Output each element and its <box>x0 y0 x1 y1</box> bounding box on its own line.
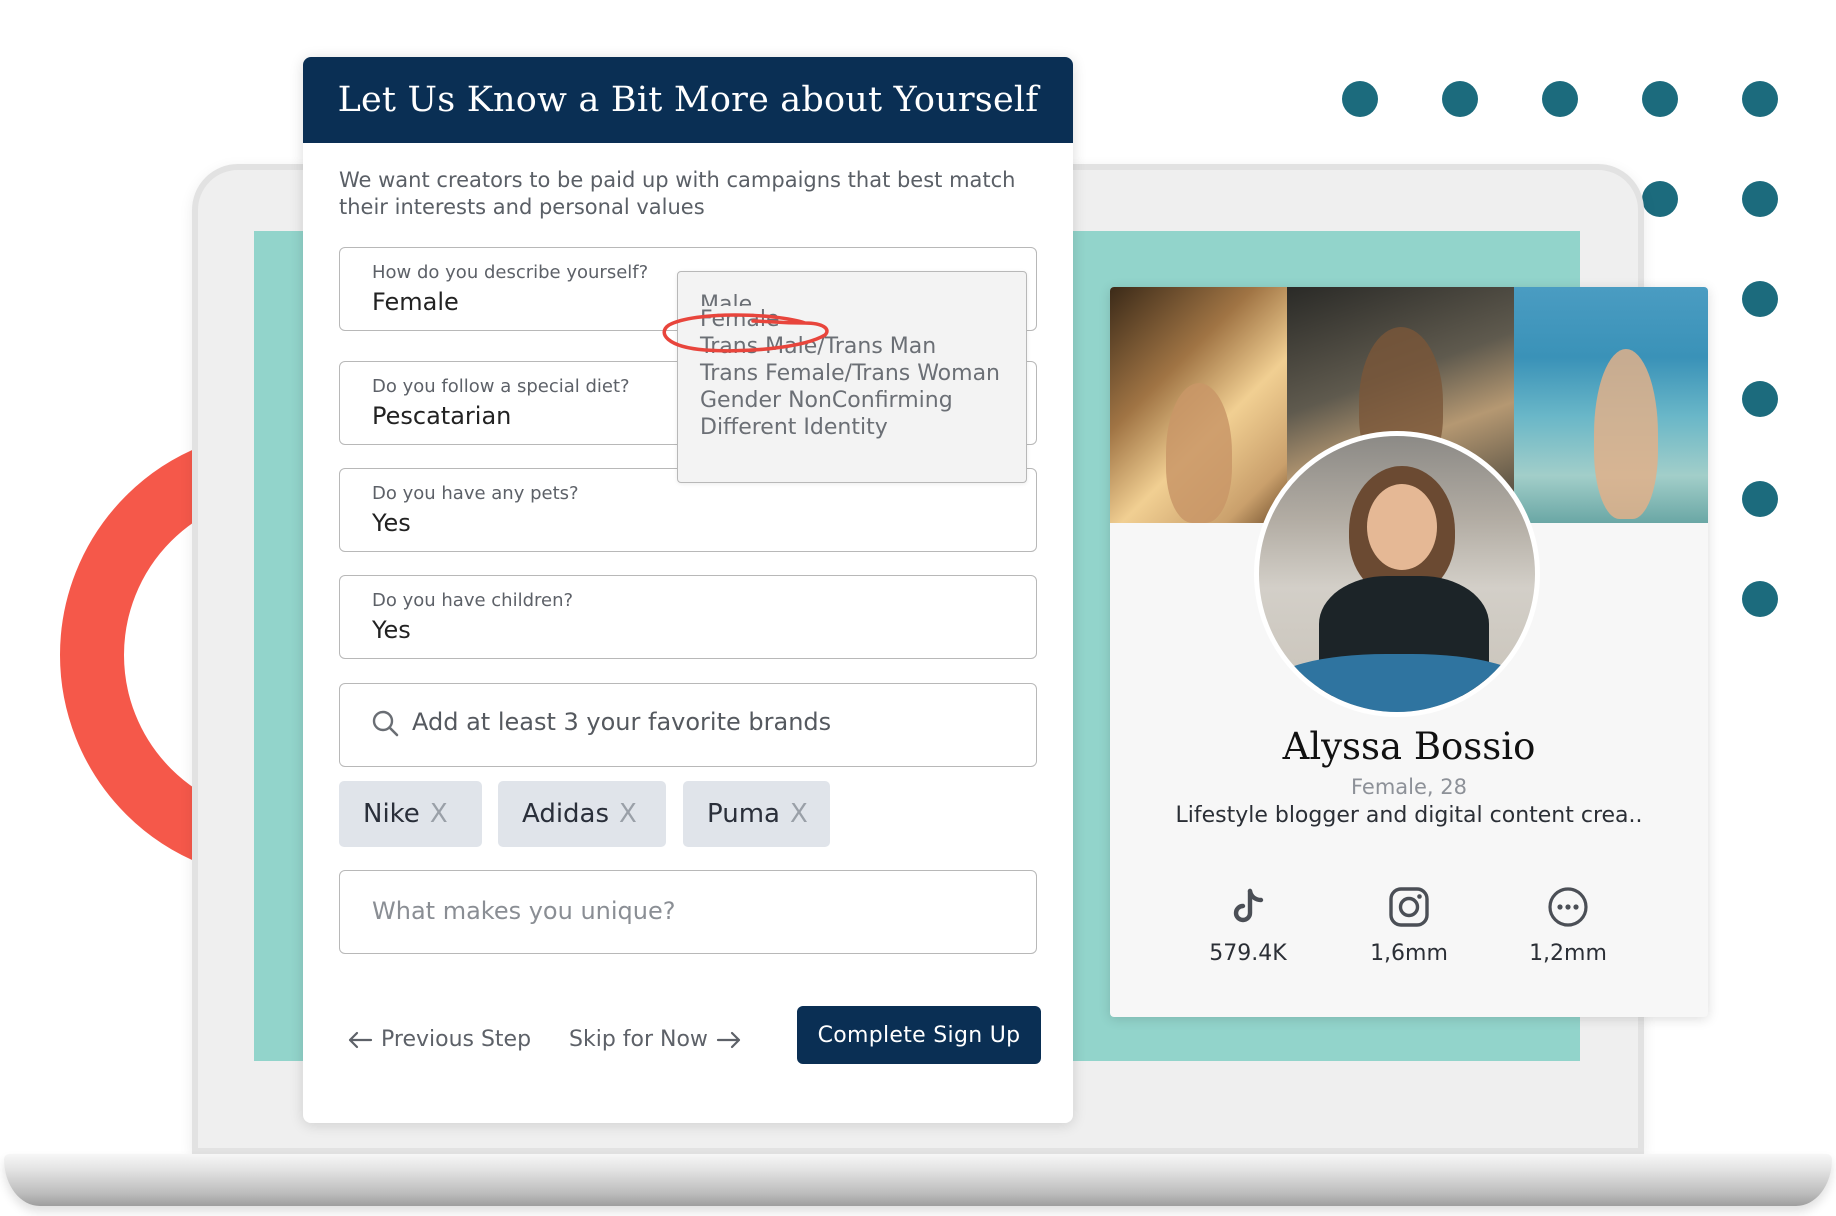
pets-value: Yes <box>372 509 411 537</box>
diet-label: Do you follow a special diet? <box>372 376 630 397</box>
profile-name: Alyssa Bossio <box>1282 725 1536 768</box>
decorative-dot <box>1442 81 1478 117</box>
skip-for-now-label: Skip for Now <box>569 1027 708 1052</box>
photo-figure <box>1166 383 1232 523</box>
instagram-icon <box>1389 887 1429 927</box>
stat-value: 579.4K <box>1209 941 1287 966</box>
brand-chip-label: Nike <box>363 799 420 829</box>
signup-form-card: Let Us Know a Bit More about Yourself We… <box>303 57 1073 1123</box>
dropdown-option-nonconfirming[interactable]: Gender NonConfirming <box>700 387 1026 414</box>
children-select[interactable]: Do you have children? Yes <box>339 575 1037 659</box>
laptop-base <box>4 1154 1832 1206</box>
arrow-left-icon <box>348 1031 373 1048</box>
decorative-dot <box>1642 81 1678 117</box>
decorative-dot <box>1742 181 1778 217</box>
remove-brand-button[interactable]: X <box>430 799 448 829</box>
previous-step-label: Previous Step <box>381 1027 532 1052</box>
creator-profile-card: Alyssa Bossio Female, 28 Lifestyle blogg… <box>1110 287 1708 1017</box>
complete-sign-up-button[interactable]: Complete Sign Up <box>797 1006 1041 1064</box>
dropdown-option-trans-female[interactable]: Trans Female/Trans Woman <box>700 360 1026 387</box>
brand-chip-nike: Nike X <box>339 781 482 847</box>
decorative-dot <box>1542 81 1578 117</box>
remove-brand-button[interactable]: X <box>790 799 808 829</box>
brand-chip-adidas: Adidas X <box>498 781 666 847</box>
remove-brand-button[interactable]: X <box>619 799 637 829</box>
decorative-dot <box>1742 381 1778 417</box>
avatar-jeans <box>1269 654 1529 712</box>
decorative-dot <box>1642 181 1678 217</box>
photo-figure <box>1594 349 1658 519</box>
stat-other[interactable]: 1,2mm <box>1488 885 1648 966</box>
profile-avatar <box>1254 431 1540 717</box>
previous-step-button[interactable]: Previous Step <box>347 1027 531 1052</box>
dropdown-option-different[interactable]: Different Identity <box>700 414 1026 441</box>
arrow-right-icon <box>716 1031 741 1048</box>
search-icon <box>372 710 399 737</box>
profile-gender-age: Female, 28 <box>1350 775 1467 799</box>
diet-value: Pescatarian <box>372 402 512 430</box>
children-value: Yes <box>372 616 411 644</box>
brand-chip-puma: Puma X <box>683 781 830 847</box>
decorative-dot <box>1742 281 1778 317</box>
pets-label: Do you have any pets? <box>372 483 579 504</box>
stat-value: 1,2mm <box>1529 941 1607 966</box>
skip-for-now-button[interactable]: Skip for Now <box>569 1027 742 1052</box>
profile-bio: Lifestyle blogger and digital content cr… <box>1175 803 1643 828</box>
gender-dropdown-menu: Male Female Trans Male/Trans Man Trans F… <box>677 271 1027 483</box>
decorative-dot <box>1342 81 1378 117</box>
profile-photo <box>1110 287 1287 523</box>
stat-instagram[interactable]: 1,6mm <box>1329 885 1489 966</box>
brand-search-placeholder: Add at least 3 your favorite brands <box>412 708 832 736</box>
more-icon <box>1548 887 1588 927</box>
profile-photo <box>1514 287 1708 523</box>
avatar-face <box>1367 484 1437 570</box>
brand-chip-label: Adidas <box>522 799 610 829</box>
stat-value: 1,6mm <box>1370 941 1448 966</box>
brand-chip-label: Puma <box>707 799 780 829</box>
children-label: Do you have children? <box>372 590 574 611</box>
dropdown-option-male[interactable]: Male <box>700 288 1026 306</box>
unique-input[interactable]: What makes you unique? <box>339 870 1037 954</box>
decorative-dot <box>1742 581 1778 617</box>
gender-label: How do you describe yourself? <box>372 262 649 283</box>
decorative-dot <box>1742 81 1778 117</box>
form-title: Let Us Know a Bit More about Yourself <box>303 57 1073 143</box>
unique-placeholder: What makes you unique? <box>372 897 676 925</box>
form-intro-text: We want creators to be paid up with camp… <box>339 168 1016 219</box>
gender-value: Female <box>372 288 459 316</box>
tiktok-icon <box>1233 888 1264 923</box>
brand-search-input[interactable]: Add at least 3 your favorite brands <box>339 683 1037 767</box>
selection-circle-annotation <box>662 313 829 353</box>
stat-tiktok[interactable]: 579.4K <box>1168 885 1328 966</box>
decorative-dot <box>1742 481 1778 517</box>
